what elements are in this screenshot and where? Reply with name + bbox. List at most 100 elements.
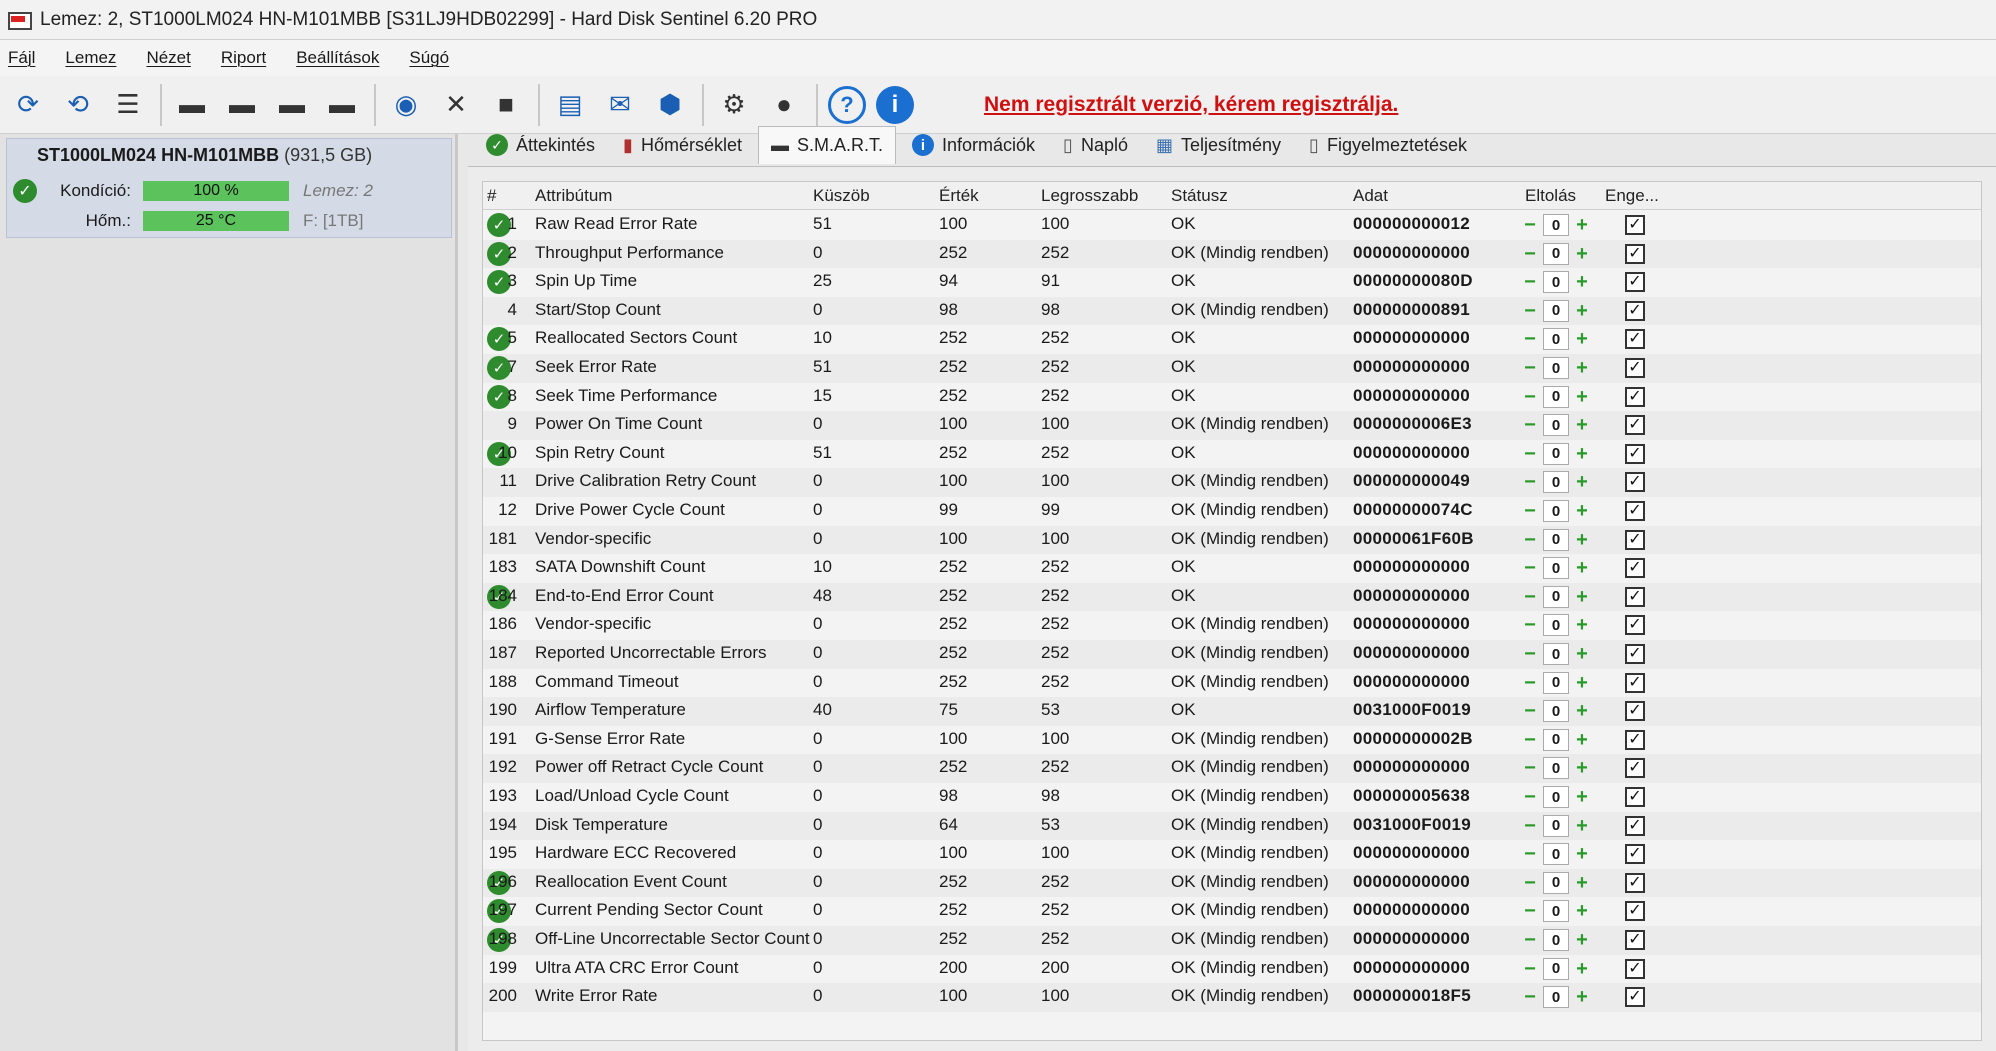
minus-icon[interactable]: − <box>1519 815 1541 837</box>
report-icon[interactable]: ▤ <box>550 85 590 125</box>
table-row[interactable]: 194 Disk Temperature 0 64 53 OK (Mindig rendb… <box>483 811 1981 841</box>
table-row[interactable]: ✓ 198 Off-Line Uncorrectable Sector Count 0… <box>483 926 1981 955</box>
offset-value[interactable]: 0 <box>1543 900 1569 923</box>
table-row[interactable]: ✓ 3 Spin Up Time 25 94 91 OK 00000000080D −0 + ✓ <box>483 268 1981 297</box>
tab-temperature[interactable]: ▮ Hőmérséklet <box>611 126 754 164</box>
enable-checkbox[interactable]: ✓ <box>1625 300 1645 321</box>
menu-settings[interactable]: Beállítások <box>296 48 379 68</box>
table-row[interactable]: 11 Drive Calibration Retry Count 0 100 100 OK… <box>483 468 1981 497</box>
plus-icon[interactable]: + <box>1571 271 1593 293</box>
table-row[interactable]: 181 Vendor-specific 0 100 100 OK (Mindig rend… <box>483 525 1981 555</box>
table-row[interactable]: 186 Vendor-specific 0 252 252 OK (Mindig rend… <box>483 611 1981 640</box>
table-row[interactable]: 9 Power On Time Count 0 100 100 OK (Mindig re… <box>483 411 1981 440</box>
offset-value[interactable]: 0 <box>1543 328 1569 351</box>
minus-icon[interactable]: − <box>1519 614 1541 636</box>
enable-checkbox[interactable]: ✓ <box>1625 386 1645 407</box>
col-status[interactable]: Státusz <box>1171 186 1228 206</box>
enable-checkbox[interactable]: ✓ <box>1625 844 1645 865</box>
tab-performance[interactable]: ▦ Teljesítmény <box>1144 126 1293 164</box>
minus-icon[interactable]: − <box>1519 357 1541 379</box>
col-attribute[interactable]: Attribútum <box>535 186 612 206</box>
disk-check-icon[interactable]: ▬ <box>272 85 312 125</box>
col-worst[interactable]: Legrosszabb <box>1041 186 1138 206</box>
minus-icon[interactable]: − <box>1519 300 1541 322</box>
plus-icon[interactable]: + <box>1571 757 1593 779</box>
enable-checkbox[interactable]: ✓ <box>1625 729 1645 750</box>
plus-icon[interactable]: + <box>1571 443 1593 465</box>
info-icon[interactable]: i <box>876 85 914 124</box>
col-value[interactable]: Érték <box>939 186 979 206</box>
plus-icon[interactable]: + <box>1571 243 1593 265</box>
plus-icon[interactable]: + <box>1571 929 1593 951</box>
list-icon[interactable]: ☰ <box>108 85 148 125</box>
minus-icon[interactable]: − <box>1519 729 1541 751</box>
refresh-all-icon[interactable]: ⟲ <box>58 85 98 125</box>
minus-icon[interactable]: − <box>1519 471 1541 493</box>
offset-value[interactable]: 0 <box>1543 643 1569 665</box>
plus-icon[interactable]: + <box>1571 614 1593 636</box>
plus-icon[interactable]: + <box>1571 328 1593 350</box>
offset-value[interactable]: 0 <box>1543 757 1569 780</box>
offset-value[interactable]: 0 <box>1543 471 1569 494</box>
minus-icon[interactable]: − <box>1519 271 1541 293</box>
offset-value[interactable]: 0 <box>1543 700 1569 723</box>
table-row[interactable]: 183 SATA Downshift Count 10 252 252 OK 0000000… <box>483 554 1981 583</box>
table-row[interactable]: ✓ 196 Reallocation Event Count 0 252 252 OK (M… <box>483 868 1981 898</box>
offset-value[interactable]: 0 <box>1543 957 1569 980</box>
enable-checkbox[interactable]: ✓ <box>1625 472 1645 493</box>
col-number[interactable]: # <box>487 186 496 206</box>
minus-icon[interactable]: − <box>1519 757 1541 779</box>
offset-value[interactable]: 0 <box>1543 414 1569 437</box>
menu-view[interactable]: Nézet <box>146 48 190 68</box>
offset-value[interactable]: 0 <box>1543 214 1569 236</box>
plus-icon[interactable]: + <box>1571 357 1593 379</box>
offset-value[interactable]: 0 <box>1543 814 1569 837</box>
network-icon[interactable]: ⬢ <box>650 85 690 125</box>
enable-checkbox[interactable]: ✓ <box>1625 787 1645 807</box>
table-row[interactable]: 199 Ultra ATA CRC Error Count 0 200 200 OK (M… <box>483 955 1981 984</box>
minus-icon[interactable]: − <box>1519 386 1541 408</box>
minus-icon[interactable]: − <box>1519 214 1541 236</box>
minus-icon[interactable]: − <box>1519 900 1541 922</box>
table-row[interactable]: 200 Write Error Rate 0 100 100 OK (Mindig ren… <box>483 983 1981 1012</box>
offset-value[interactable]: 0 <box>1543 242 1569 265</box>
tools-icon[interactable]: ✕ <box>436 85 476 125</box>
table-row[interactable]: ✓ 5 Reallocated Sectors Count 10 252 252 OK 000… <box>483 325 1981 354</box>
enable-checkbox[interactable]: ✓ <box>1625 501 1645 521</box>
help-icon[interactable]: ? <box>828 85 866 124</box>
col-offset[interactable]: Eltolás <box>1525 186 1576 206</box>
table-row[interactable]: ✓ 8 Seek Time Performance 15 252 252 OK 0000000… <box>483 383 1981 412</box>
minus-icon[interactable]: − <box>1519 328 1541 350</box>
tab-smart[interactable]: ▬ S.M.A.R.T. <box>757 126 896 164</box>
offset-value[interactable]: 0 <box>1543 871 1569 894</box>
enable-checkbox[interactable]: ✓ <box>1625 815 1645 836</box>
disk-schedule-icon[interactable]: ▬ <box>222 85 262 125</box>
tab-information[interactable]: i Információk <box>900 126 1047 164</box>
offset-value[interactable]: 0 <box>1543 585 1569 608</box>
plus-icon[interactable]: + <box>1571 557 1593 579</box>
offset-value[interactable]: 0 <box>1543 986 1569 1009</box>
minus-icon[interactable]: − <box>1519 958 1541 980</box>
plus-icon[interactable]: + <box>1571 586 1593 608</box>
plus-icon[interactable]: + <box>1571 786 1593 808</box>
offset-value[interactable]: 0 <box>1543 385 1569 408</box>
minus-icon[interactable]: − <box>1519 243 1541 265</box>
enable-checkbox[interactable]: ✓ <box>1625 901 1645 922</box>
enable-checkbox[interactable]: ✓ <box>1625 615 1645 636</box>
enable-checkbox[interactable]: ✓ <box>1625 987 1645 1008</box>
disk-drive-icon[interactable]: ■ <box>486 85 526 125</box>
table-row[interactable]: 190 Airflow Temperature 40 75 53 OK 0031000F00… <box>483 697 1981 726</box>
enable-checkbox[interactable]: ✓ <box>1625 672 1645 693</box>
table-row[interactable]: 192 Power off Retract Cycle Count 0 252 252 O… <box>483 754 1981 783</box>
col-data[interactable]: Adat <box>1353 186 1388 206</box>
offset-value[interactable]: 0 <box>1543 442 1569 465</box>
enable-checkbox[interactable]: ✓ <box>1625 872 1645 893</box>
enable-checkbox[interactable]: ✓ <box>1625 329 1645 350</box>
offset-value[interactable]: 0 <box>1543 299 1569 322</box>
email-icon[interactable]: ✉ <box>600 85 640 125</box>
unregistered-link[interactable]: Nem regisztrált verzió, kérem regisztrál… <box>984 93 1398 117</box>
table-row[interactable]: ✓ 7 Seek Error Rate 51 252 252 OK 000000000000 −… <box>483 354 1981 383</box>
plus-icon[interactable]: + <box>1571 986 1593 1008</box>
menu-help[interactable]: Súgó <box>409 48 449 68</box>
disk-test-icon[interactable]: ▬ <box>172 85 212 125</box>
